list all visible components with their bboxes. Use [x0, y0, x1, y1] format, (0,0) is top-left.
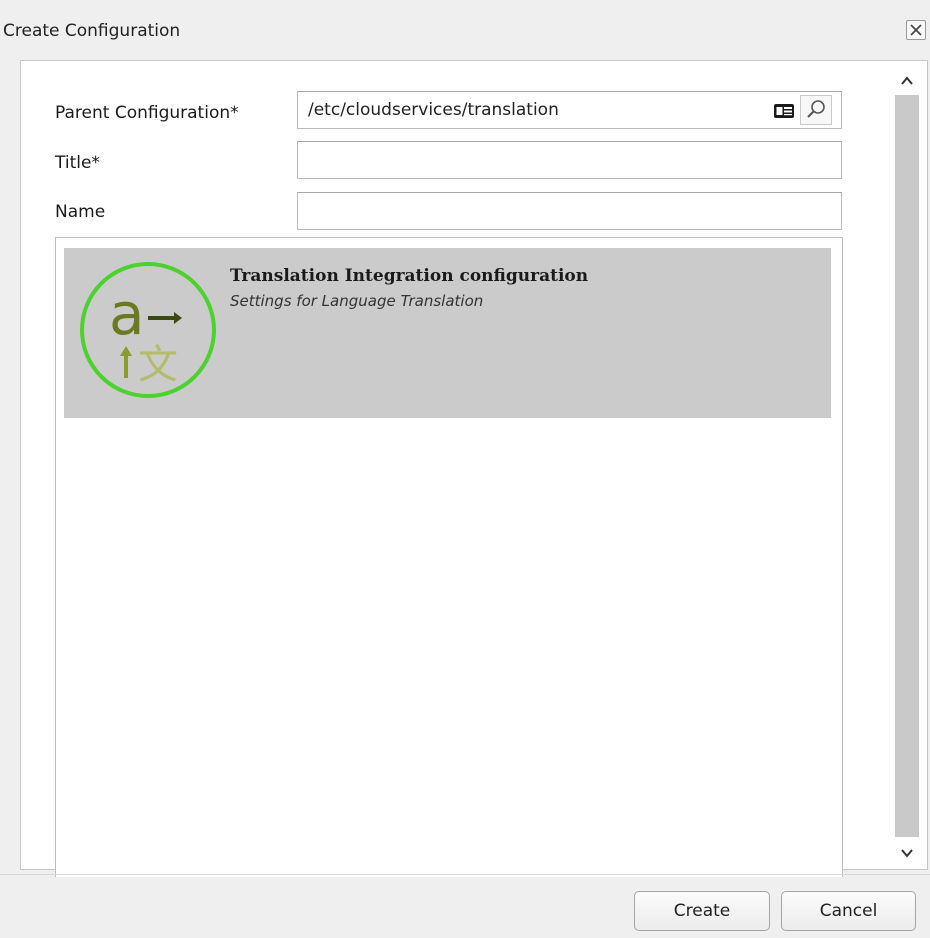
search-button[interactable]	[800, 95, 832, 125]
chevron-down-icon	[901, 849, 913, 858]
dialog-titlebar: Create Configuration	[0, 8, 930, 48]
footer-divider	[0, 874, 930, 875]
browse-icon[interactable]	[773, 102, 795, 120]
translation-logo-icon: a 文	[80, 262, 216, 398]
close-button[interactable]	[906, 20, 926, 40]
scrollbar-thumb[interactable]	[895, 95, 919, 837]
chevron-up-icon	[901, 76, 913, 85]
name-field[interactable]	[297, 192, 842, 230]
svg-text:文: 文	[138, 342, 178, 388]
create-configuration-dialog: Create Configuration Parent Configuratio…	[0, 0, 930, 938]
title-label: Title*	[55, 153, 100, 173]
template-item-translation[interactable]: a 文 Translation Integration configuratio…	[64, 248, 831, 418]
scroll-up-button[interactable]	[893, 69, 921, 93]
create-button[interactable]: Create	[634, 891, 770, 931]
parent-configuration-value: /etc/cloudservices/translation	[308, 100, 559, 120]
template-item-description: Settings for Language Translation	[230, 292, 484, 310]
parent-configuration-field[interactable]: /etc/cloudservices/translation	[297, 91, 842, 129]
parent-configuration-label: Parent Configuration*	[55, 103, 239, 123]
template-item-title: Translation Integration configuration	[230, 266, 589, 286]
svg-text:a: a	[109, 280, 145, 348]
name-label: Name	[55, 202, 106, 222]
scroll-down-button[interactable]	[893, 841, 921, 865]
close-icon	[910, 24, 922, 36]
search-icon	[807, 100, 825, 118]
vertical-scrollbar[interactable]	[893, 69, 921, 866]
dialog-title: Create Configuration	[3, 21, 181, 41]
cancel-button[interactable]: Cancel	[781, 891, 916, 931]
title-field[interactable]	[297, 141, 842, 179]
